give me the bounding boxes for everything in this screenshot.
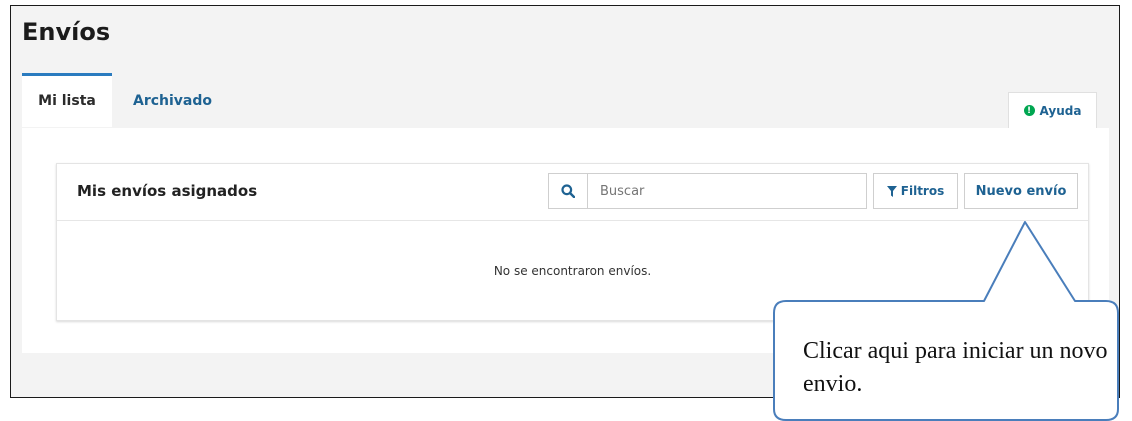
- tab-mi-lista[interactable]: Mi lista: [22, 73, 112, 127]
- new-submission-button[interactable]: Nuevo envío: [964, 173, 1078, 209]
- tab-archivado[interactable]: Archivado: [133, 73, 212, 127]
- callout-text: Clicar aqui para iniciar un novo envio.: [803, 338, 1108, 397]
- search-icon: [561, 184, 575, 198]
- filters-button[interactable]: Filtros: [873, 173, 958, 209]
- search-button[interactable]: [548, 173, 588, 209]
- filter-icon: [886, 185, 897, 197]
- help-label: Ayuda: [1039, 103, 1082, 118]
- filters-label: Filtros: [900, 184, 945, 198]
- help-button[interactable]: ! Ayuda: [1008, 92, 1097, 128]
- info-circle-icon: !: [1023, 105, 1035, 116]
- page-title: Envíos: [22, 18, 111, 46]
- card-title: Mis envíos asignados: [77, 182, 258, 200]
- tab-bar: Mi lista Archivado ! Ayuda: [22, 73, 1107, 128]
- search-input[interactable]: [587, 173, 867, 209]
